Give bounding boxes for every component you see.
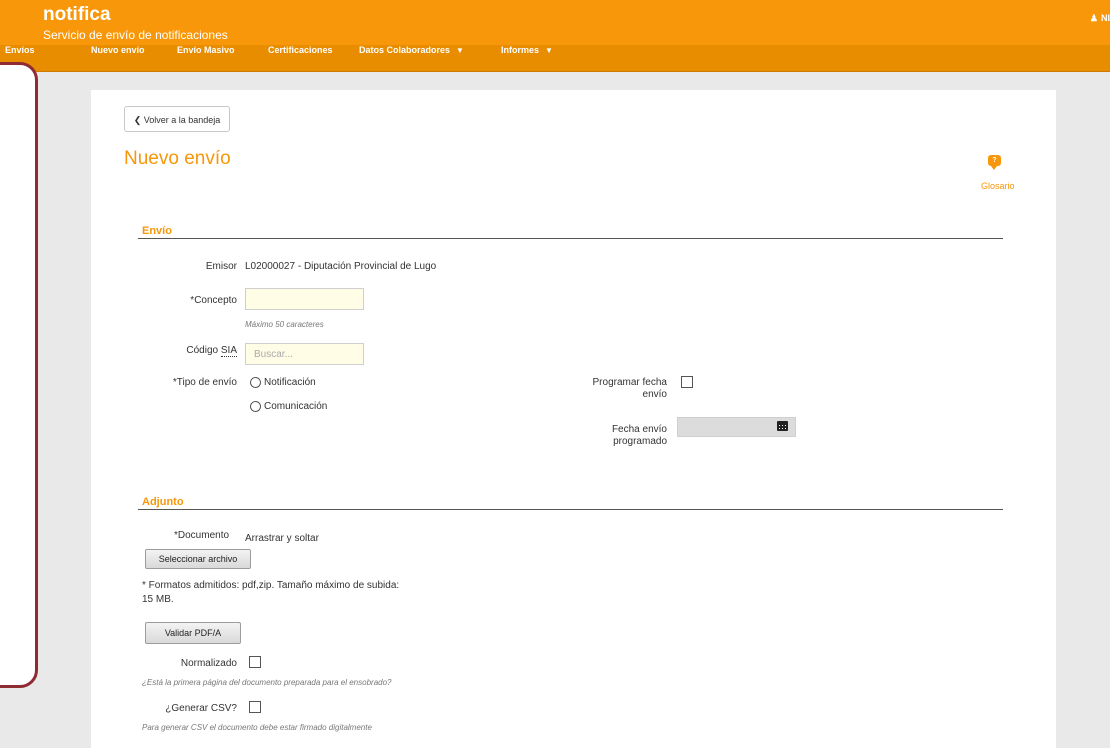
page-title: Nuevo envío [124,148,231,169]
calendar-icon[interactable] [777,421,788,431]
user-icon: ♟ [1089,13,1098,23]
concepto-input[interactable] [245,288,364,310]
programar-fecha-checkbox[interactable] [681,376,693,388]
section-title-envio: Envío [142,225,172,237]
form-card [91,90,1056,748]
programar-fecha-label: Programar fecha envío [593,377,667,401]
nav-item-informes[interactable]: Informes ▼ [501,45,553,71]
programar-label-line2: envío [642,389,667,400]
radio-label-comunicacion: Comunicación [264,401,328,412]
sia-abbreviation[interactable]: SIA [220,345,237,357]
generar-csv-label: ¿Generar CSV? [165,703,237,714]
codigo-label-text: Código [186,345,219,356]
nav-item-label: Certificaciones [268,45,333,55]
codigo-sia-label: Código SIA [186,345,237,357]
fecha-label-line1: Fecha envío [611,424,667,435]
back-to-inbox-button[interactable]: ❮ Volver a la bandeja [124,106,230,132]
app-subtitle: Servicio de envío de notificaciones [43,28,228,42]
nav-item-nuevo-envio[interactable]: Nuevo envío [91,45,145,71]
nav-item-label: Informes [501,45,540,55]
codigo-sia-search-input[interactable] [245,343,364,365]
nav-item-label: Envíos [5,45,35,55]
user-menu[interactable]: ♟ NI [1090,13,1110,24]
generar-csv-checkbox[interactable] [249,701,261,713]
nav-item-envio-masivo[interactable]: Envío Masivo [177,45,235,71]
fecha-label-line2: programado [613,436,667,447]
nav-item-label: Nuevo envío [91,45,145,55]
radio-comunicacion[interactable] [250,401,261,412]
top-header-bar: notifica Servicio de envío de notificaci… [0,0,1110,45]
programar-label-line1: Programar fecha [592,377,667,388]
section-divider [138,509,1003,510]
tipo-envio-label: *Tipo de envío [172,377,237,388]
nav-item-certificaciones[interactable]: Certificaciones [268,45,333,71]
highlight-frame [0,62,38,688]
select-file-button[interactable]: Seleccionar archivo [145,549,251,569]
csv-hint: Para generar CSV el documento debe estar… [142,723,372,732]
main-nav: Envíos Nuevo envío Envío Masivo Certific… [0,45,1110,72]
normalizado-label: Normalizado [180,658,237,669]
drop-zone-text[interactable]: Arrastrar y soltar [245,533,319,544]
formats-line2: 15 MB. [142,594,174,605]
radio-notificacion[interactable] [250,377,261,388]
section-divider [138,238,1003,239]
nav-item-label: Envío Masivo [177,45,235,55]
nav-item-label: Datos Colaboradores [359,45,451,55]
glossary-link[interactable]: Glosario [981,181,1015,191]
concepto-hint: Máximo 50 caracteres [245,320,324,329]
emisor-label: Emisor [205,261,237,272]
documento-label: *Documento [174,530,230,541]
user-initials: NI [1101,13,1110,23]
back-button-label: Volver a la bandeja [143,115,221,125]
formats-line1: * Formatos admitidos: pdf,zip. Tamaño má… [142,580,400,591]
nav-item-datos-colaboradores[interactable]: Datos Colaboradores ▼ [359,45,464,71]
caret-down-icon: ▼ [456,46,464,55]
app-logo-title[interactable]: notifica [43,4,111,26]
validate-pdfa-button[interactable]: Validar PDF/A [145,622,241,644]
caret-down-icon: ▼ [545,46,553,55]
section-title-adjunto: Adjunto [142,496,184,508]
concepto-label: *Concepto [190,295,237,306]
normalizado-hint: ¿Está la primera página del documento pr… [142,678,392,687]
chevron-left-icon: ❮ [133,115,142,125]
normalizado-checkbox[interactable] [249,656,261,668]
emisor-value: L02000027 - Diputación Provincial de Lug… [245,261,437,272]
radio-label-notificacion: Notificación [264,377,316,388]
glossary-icon[interactable]: ? [988,155,1001,170]
fecha-envio-label: Fecha envío programado [612,424,667,448]
